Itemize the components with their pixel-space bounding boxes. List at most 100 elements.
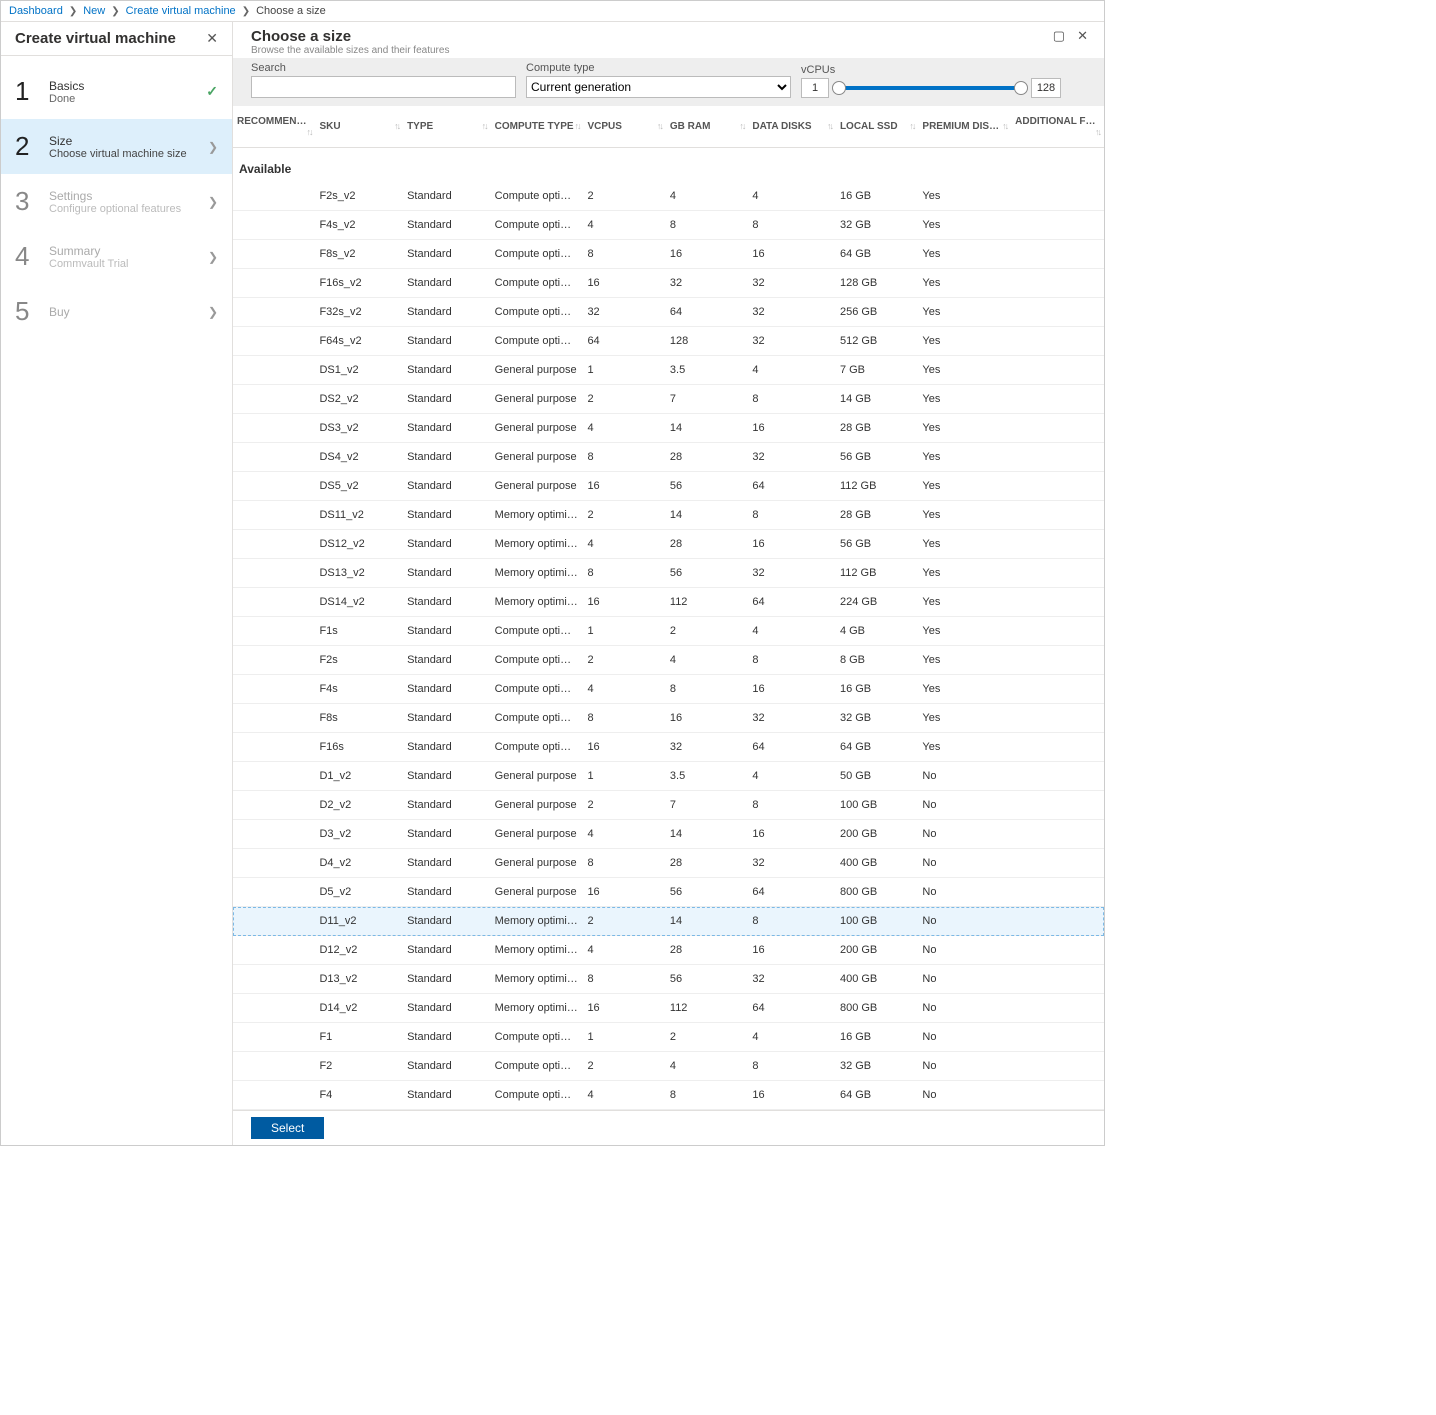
cell: 4 bbox=[666, 1052, 748, 1081]
size-row[interactable]: DS1_v2StandardGeneral purpose13.547 GBYe… bbox=[233, 356, 1104, 385]
size-row[interactable]: D12_v2StandardMemory optimized42816200 G… bbox=[233, 936, 1104, 965]
column-header[interactable]: PREMIUM DIS…↑↓ bbox=[918, 106, 1011, 148]
search-label: Search bbox=[251, 62, 516, 74]
column-header[interactable]: LOCAL SSD↑↓ bbox=[836, 106, 918, 148]
size-row[interactable]: D14_v2StandardMemory optimized1611264800… bbox=[233, 994, 1104, 1023]
search-input[interactable] bbox=[251, 76, 516, 98]
size-row[interactable]: F2s_v2StandardCompute optimized24416 GBY… bbox=[233, 182, 1104, 211]
size-row[interactable]: F16s_v2StandardCompute optimized16323212… bbox=[233, 269, 1104, 298]
close-icon[interactable]: ✕ bbox=[1077, 28, 1088, 44]
cell: D1_v2 bbox=[315, 762, 403, 791]
size-row[interactable]: D2_v2StandardGeneral purpose278100 GBNo bbox=[233, 791, 1104, 820]
cell: 64 bbox=[748, 733, 836, 762]
size-row[interactable]: F32s_v2StandardCompute optimized32643225… bbox=[233, 298, 1104, 327]
breadcrumb-link[interactable]: Create virtual machine bbox=[126, 5, 236, 17]
maximize-icon[interactable]: ▢ bbox=[1053, 28, 1065, 44]
cell: 32 bbox=[666, 733, 748, 762]
step-title: Settings bbox=[49, 189, 208, 203]
wizard-step-4[interactable]: 4SummaryCommvault Trial❯ bbox=[1, 229, 232, 284]
column-header[interactable]: ADDITIONAL F…↑↓ bbox=[1011, 106, 1104, 148]
cell: 4 bbox=[583, 820, 665, 849]
size-row[interactable]: D13_v2StandardMemory optimized85632400 G… bbox=[233, 965, 1104, 994]
cell: 200 GB bbox=[836, 820, 918, 849]
size-row[interactable]: D3_v2StandardGeneral purpose41416200 GBN… bbox=[233, 820, 1104, 849]
cell: General purpose bbox=[491, 472, 584, 501]
size-row[interactable]: DS13_v2StandardMemory optimized85632112 … bbox=[233, 559, 1104, 588]
cell bbox=[1011, 704, 1104, 733]
cell: Standard bbox=[403, 356, 491, 385]
sort-icon: ↑↓ bbox=[394, 121, 399, 131]
cell: 8 GB bbox=[836, 646, 918, 675]
cell: Yes bbox=[918, 269, 1011, 298]
cell: 32 bbox=[748, 298, 836, 327]
size-row[interactable]: F2sStandardCompute optimized2488 GBYes bbox=[233, 646, 1104, 675]
size-row[interactable]: F8sStandardCompute optimized8163232 GBYe… bbox=[233, 704, 1104, 733]
group-header: Available bbox=[233, 148, 1104, 183]
cell: Standard bbox=[403, 385, 491, 414]
cell: 4 bbox=[666, 182, 748, 211]
vcpu-min[interactable]: 1 bbox=[801, 78, 829, 98]
cell: 2 bbox=[583, 791, 665, 820]
cell: 2 bbox=[583, 1052, 665, 1081]
compute-type-select[interactable]: Current generation bbox=[526, 76, 791, 98]
size-row[interactable]: F1sStandardCompute optimized1244 GBYes bbox=[233, 617, 1104, 646]
cell: Standard bbox=[403, 965, 491, 994]
column-header[interactable]: TYPE↑↓ bbox=[403, 106, 491, 148]
size-row[interactable]: DS11_v2StandardMemory optimized214828 GB… bbox=[233, 501, 1104, 530]
breadcrumb-link[interactable]: New bbox=[83, 5, 105, 17]
cell bbox=[1011, 849, 1104, 878]
size-row[interactable]: D5_v2StandardGeneral purpose165664800 GB… bbox=[233, 878, 1104, 907]
cell: F2s_v2 bbox=[315, 182, 403, 211]
size-row[interactable]: F16sStandardCompute optimized16326464 GB… bbox=[233, 733, 1104, 762]
column-header[interactable]: SKU↑↓ bbox=[315, 106, 403, 148]
wizard-step-5[interactable]: 5Buy❯ bbox=[1, 284, 232, 339]
slider-knob-left-icon[interactable] bbox=[832, 81, 846, 95]
size-row[interactable]: F64s_v2StandardCompute optimized64128325… bbox=[233, 327, 1104, 356]
size-row[interactable]: DS5_v2StandardGeneral purpose165664112 G… bbox=[233, 472, 1104, 501]
cell: 16 bbox=[583, 733, 665, 762]
column-header[interactable]: GB RAM↑↓ bbox=[666, 106, 748, 148]
column-header[interactable]: VCPUS↑↓ bbox=[583, 106, 665, 148]
slider-knob-right-icon[interactable] bbox=[1014, 81, 1028, 95]
column-header[interactable]: RECOMMENDE…↑↓ bbox=[233, 106, 315, 148]
page-subtitle: Browse the available sizes and their fea… bbox=[251, 45, 449, 56]
close-icon[interactable]: ✕ bbox=[206, 30, 218, 47]
cell bbox=[233, 965, 315, 994]
size-row[interactable]: D4_v2StandardGeneral purpose82832400 GBN… bbox=[233, 849, 1104, 878]
cell: 14 bbox=[666, 501, 748, 530]
cell: 16 bbox=[583, 269, 665, 298]
size-row[interactable]: F2StandardCompute optimized24832 GBNo bbox=[233, 1052, 1104, 1081]
size-row[interactable]: DS4_v2StandardGeneral purpose8283256 GBY… bbox=[233, 443, 1104, 472]
step-title: Summary bbox=[49, 244, 208, 258]
step-number: 1 bbox=[15, 76, 49, 107]
size-row[interactable]: D11_v2StandardMemory optimized2148100 GB… bbox=[233, 907, 1104, 936]
cell: General purpose bbox=[491, 762, 584, 791]
size-row[interactable]: DS2_v2StandardGeneral purpose27814 GBYes bbox=[233, 385, 1104, 414]
wizard-step-3[interactable]: 3SettingsConfigure optional features❯ bbox=[1, 174, 232, 229]
cell bbox=[233, 182, 315, 211]
size-row[interactable]: F4s_v2StandardCompute optimized48832 GBY… bbox=[233, 211, 1104, 240]
breadcrumb-link[interactable]: Dashboard bbox=[9, 5, 63, 17]
size-row[interactable]: DS12_v2StandardMemory optimized4281656 G… bbox=[233, 530, 1104, 559]
wizard-step-2[interactable]: 2SizeChoose virtual machine size❯ bbox=[1, 119, 232, 174]
cell: F8s_v2 bbox=[315, 240, 403, 269]
vcpu-slider[interactable] bbox=[835, 78, 1025, 98]
size-row[interactable]: F8s_v2StandardCompute optimized8161664 G… bbox=[233, 240, 1104, 269]
size-row[interactable]: F1StandardCompute optimized12416 GBNo bbox=[233, 1023, 1104, 1052]
size-row[interactable]: D1_v2StandardGeneral purpose13.5450 GBNo bbox=[233, 762, 1104, 791]
column-header[interactable]: COMPUTE TYPE↑↓ bbox=[491, 106, 584, 148]
cell: D3_v2 bbox=[315, 820, 403, 849]
cell bbox=[233, 501, 315, 530]
size-row[interactable]: F4sStandardCompute optimized481616 GBYes bbox=[233, 675, 1104, 704]
size-row[interactable]: DS3_v2StandardGeneral purpose4141628 GBY… bbox=[233, 414, 1104, 443]
size-row[interactable]: F4StandardCompute optimized481664 GBNo bbox=[233, 1081, 1104, 1110]
wizard-step-1[interactable]: 1BasicsDone✓ bbox=[1, 64, 232, 119]
select-button[interactable]: Select bbox=[251, 1117, 324, 1139]
column-header[interactable]: DATA DISKS↑↓ bbox=[748, 106, 836, 148]
cell: Memory optimized bbox=[491, 501, 584, 530]
vcpu-max[interactable]: 128 bbox=[1031, 78, 1061, 98]
cell: 128 GB bbox=[836, 269, 918, 298]
cell: Standard bbox=[403, 646, 491, 675]
cell: 112 bbox=[666, 588, 748, 617]
size-row[interactable]: DS14_v2StandardMemory optimized161126422… bbox=[233, 588, 1104, 617]
